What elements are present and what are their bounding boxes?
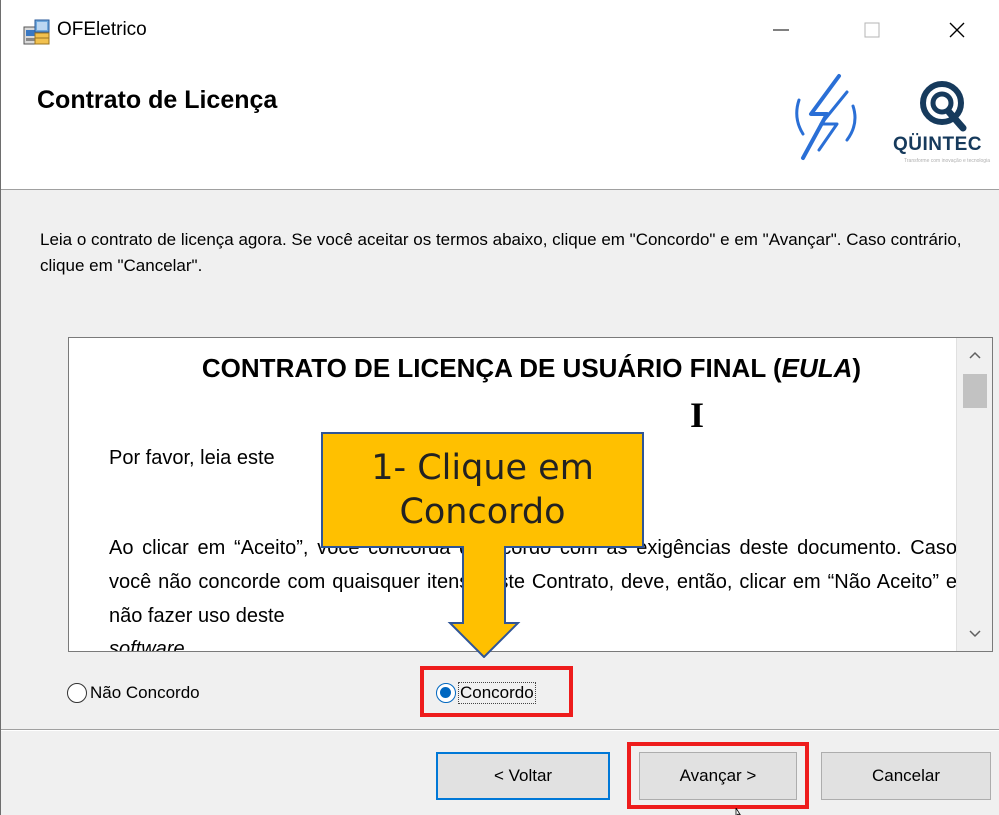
highlight-box-agree <box>420 666 573 717</box>
scrollbar-thumb[interactable] <box>963 374 987 408</box>
cancel-button[interactable]: Cancelar <box>821 752 991 800</box>
divider <box>1 729 999 731</box>
disagree-label: Não Concordo <box>90 683 200 702</box>
vertical-scrollbar[interactable] <box>956 338 992 651</box>
disagree-radio[interactable]: Não Concordo <box>67 679 200 707</box>
back-button[interactable]: < Voltar <box>436 752 610 800</box>
chevron-down-icon <box>969 630 981 638</box>
lightning-logo-icon <box>795 74 857 160</box>
text-cursor-icon: I <box>690 395 705 435</box>
radio-circle[interactable] <box>67 683 87 703</box>
license-heading-prefix: CONTRATO DE LICENÇA DE USUÁRIO FINAL ( <box>201 353 782 383</box>
page-title: Contrato de Licença <box>37 86 278 114</box>
close-button[interactable] <box>917 0 997 60</box>
license-heading-suffix: ) <box>852 353 862 383</box>
logo-wordmark: QÜINTEC <box>893 134 982 155</box>
scroll-down-button[interactable] <box>957 617 992 651</box>
callout-line: 1- Clique em <box>371 448 594 488</box>
minimize-icon <box>773 29 789 31</box>
instructions-text: Leia o contrato de licença agora. Se voc… <box>40 230 962 275</box>
title-bar[interactable]: OFEletrico <box>1 0 999 60</box>
installer-package-icon <box>23 19 50 45</box>
scroll-up-button[interactable] <box>957 338 992 372</box>
close-icon <box>949 22 965 38</box>
mouse-pointer-icon <box>735 808 741 815</box>
wizard-header: Contrato de Licença QÜINTEC Transforme c… <box>1 60 999 190</box>
callout-text: 1- Clique em Concordo <box>321 446 644 534</box>
highlight-box-next <box>627 742 809 809</box>
maximize-icon <box>864 22 880 38</box>
chevron-up-icon <box>969 351 981 359</box>
license-heading: CONTRATO DE LICENÇA DE USUÁRIO FINAL (EU… <box>109 353 954 384</box>
maximize-button[interactable] <box>832 0 912 60</box>
license-heading-italic: EULA <box>781 353 853 383</box>
logo-tagline: Transforme com inovação e tecnologia <box>904 158 990 164</box>
minimize-button[interactable] <box>741 0 821 60</box>
quintec-logo-icon <box>920 81 967 132</box>
installer-window: OFEletrico Contrato de Licença QÜINTEC T… <box>0 0 999 815</box>
callout-line: Concordo <box>399 492 566 532</box>
window-title: OFEletrico <box>57 19 147 40</box>
